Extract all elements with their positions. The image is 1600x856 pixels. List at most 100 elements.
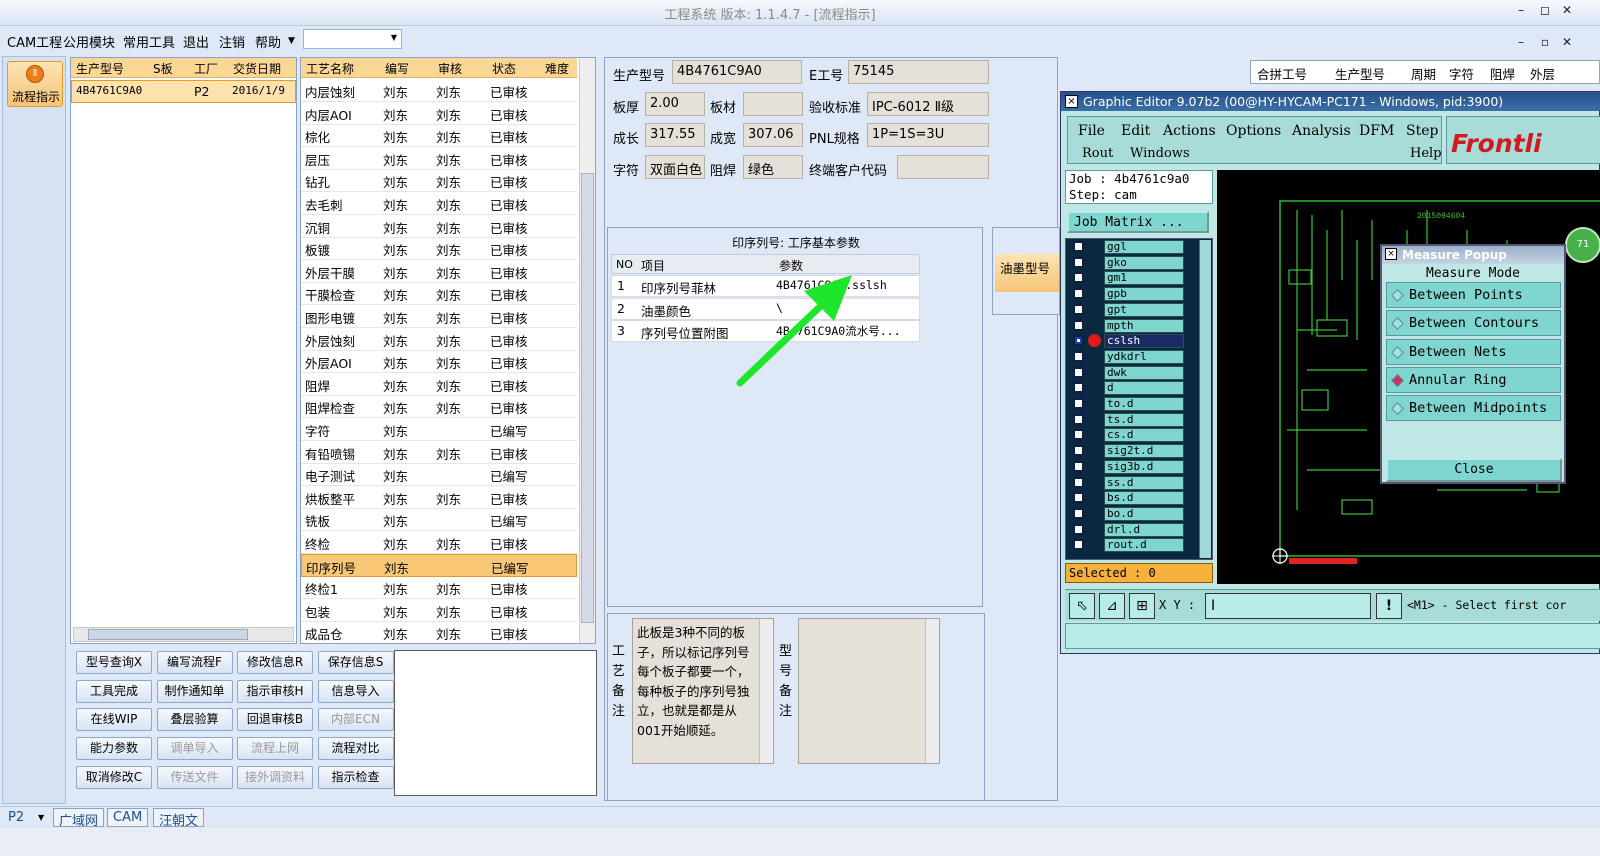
col-difficulty[interactable]: 难度 [545, 60, 569, 77]
pnl-field[interactable]: 1P=1S=3U [867, 123, 989, 147]
customer-code-field[interactable] [897, 155, 989, 179]
ge-close-icon[interactable]: × [1065, 95, 1078, 108]
capability-params-button[interactable]: 能力参数 [76, 737, 152, 761]
table-row[interactable]: 阻焊检查 刘东 刘东 已审核 [301, 395, 577, 419]
col-status[interactable]: 状态 [492, 60, 516, 77]
table-row[interactable]: 外层干膜 刘东 刘东 已审核 [301, 260, 577, 283]
table-row[interactable]: 外层蚀刻 刘东 刘东 已审核 [301, 328, 577, 351]
instruction-check-button[interactable]: 指示检查 [317, 765, 394, 789]
menu-cam-project[interactable]: CAM工程 [7, 32, 62, 51]
table-row[interactable]: 图形电镀 刘东 刘东 已审核 [301, 305, 577, 328]
length-field[interactable]: 317.55 [645, 123, 705, 147]
layer-item[interactable]: d [1104, 381, 1184, 396]
layer-item[interactable]: ydkdrl [1104, 349, 1184, 364]
layer-item[interactable]: drl.d [1104, 522, 1184, 537]
internal-ecn-button[interactable]: 内部ECN [317, 708, 394, 732]
tool-complete-button[interactable]: 工具完成 [76, 679, 152, 703]
vertical-scrollbar[interactable] [759, 619, 773, 763]
layer-item[interactable]: rout.d [1104, 538, 1184, 553]
col-reviewer[interactable]: 审核 [438, 60, 462, 77]
table-row[interactable]: 外层AOI 刘东 刘东 已审核 [301, 350, 577, 374]
horizontal-scrollbar[interactable] [73, 627, 294, 642]
e-no-field[interactable]: 75145 [848, 60, 989, 84]
layer-checkbox[interactable] [1073, 539, 1084, 551]
tab-wan[interactable]: 广域网 [53, 808, 105, 829]
table-row[interactable]: 包装 刘东 刘东 已审核 [301, 599, 577, 622]
table-row[interactable]: 干膜检查 刘东 刘东 已审核 [301, 282, 577, 306]
flow-upload-button[interactable]: 流程上网 [237, 737, 313, 761]
measure-icon[interactable]: ⊿ [1099, 593, 1125, 619]
layer-checkbox[interactable] [1073, 523, 1084, 535]
width-field[interactable]: 307.06 [743, 123, 803, 147]
table-row[interactable]: 板镀 刘东 刘东 已审核 [301, 237, 577, 261]
modify-info-button[interactable]: 修改信息R [237, 651, 313, 674]
layer-item[interactable]: ggl [1104, 240, 1184, 254]
model-remark-box[interactable] [798, 618, 940, 764]
layer-item[interactable]: sig2t.d [1104, 444, 1184, 459]
send-file-button[interactable]: 传送文件 [156, 765, 233, 789]
layer-checkbox[interactable] [1073, 350, 1084, 362]
layer-checkbox[interactable] [1073, 288, 1084, 300]
layer-item[interactable]: cs.d [1104, 428, 1184, 443]
table-row[interactable]: 阻焊 刘东 刘东 已审核 [301, 373, 577, 396]
external-data-button[interactable]: 接外调资料 [237, 765, 313, 789]
layer-item[interactable]: gko [1104, 255, 1184, 270]
table-row[interactable]: 4B4761C9A0 P2 2016/1/9 [71, 80, 296, 103]
measure-option[interactable]: Between Points [1386, 282, 1561, 308]
table-row[interactable]: 去毛刺 刘东 刘东 已审核 [301, 192, 577, 215]
chevron-down-icon[interactable]: ▼ [38, 813, 44, 822]
layer-item[interactable]: gm1 [1104, 271, 1184, 286]
job-matrix-button[interactable]: Job Matrix ... [1067, 211, 1209, 233]
maximize-button[interactable]: ◻ [1536, 3, 1554, 17]
grid-icon[interactable]: ⊞ [1129, 593, 1155, 619]
menu-dropdown[interactable]: ▼ [303, 29, 402, 49]
col-factory[interactable]: 工厂 [194, 60, 218, 77]
alert-icon[interactable]: ! [1376, 593, 1402, 619]
layer-checkbox[interactable] [1073, 398, 1084, 409]
table-row[interactable]: 印序列号 刘东 已编写 [301, 553, 577, 577]
flow-compare-button[interactable]: 流程对比 [317, 737, 394, 761]
table-row[interactable]: 终检 刘东 刘东 已审核 [301, 531, 577, 554]
table-row[interactable]: 烘板整平 刘东 刘东 已审核 [301, 486, 577, 509]
mdi-restore-button[interactable]: ▫ [1536, 35, 1554, 49]
layer-item[interactable]: bs.d [1104, 491, 1184, 506]
table-row[interactable]: 沉铜 刘东 刘东 已审核 [301, 215, 577, 238]
layer-checkbox[interactable] [1073, 335, 1084, 347]
layer-item[interactable]: ts.d [1104, 412, 1184, 427]
layer-checkbox[interactable] [1073, 303, 1084, 315]
table-row[interactable]: 层压 刘东 刘东 已审核 [301, 147, 577, 170]
col-model[interactable]: 生产型号 [76, 60, 124, 77]
tab-user[interactable]: 汪朝文 [153, 808, 205, 829]
table-row[interactable]: 终检1 刘东 刘东 已审核 [301, 576, 577, 600]
layer-checkbox[interactable] [1073, 366, 1084, 378]
layer-checkbox[interactable] [1073, 256, 1084, 268]
ge-menu-options[interactable]: Options [1226, 123, 1281, 139]
layer-checkbox[interactable] [1073, 492, 1084, 504]
table-row[interactable]: 电子测试 刘东 已编写 [301, 463, 577, 487]
layer-checkbox[interactable] [1073, 476, 1084, 488]
order-import-button[interactable]: 调单导入 [156, 737, 233, 761]
vertical-scrollbar[interactable] [925, 619, 939, 763]
ge-menu-dfm[interactable]: DFM [1359, 123, 1394, 139]
menu-logout[interactable]: 注销 [219, 32, 245, 51]
ge-menu-actions[interactable]: Actions [1163, 123, 1216, 139]
mdi-close-button[interactable]: ✕ [1558, 35, 1576, 49]
layer-item[interactable]: ss.d [1104, 475, 1184, 490]
table-row[interactable]: 有铅喷锡 刘东 刘东 已审核 [301, 441, 577, 464]
solder-mask-field[interactable]: 绿色 [743, 155, 803, 179]
scrollbar-thumb[interactable] [581, 173, 594, 623]
make-notice-button[interactable]: 制作通知单 [156, 679, 233, 703]
col-s-board[interactable]: S板 [153, 60, 173, 77]
table-row[interactable]: 字符 刘东 已编写 [301, 418, 577, 441]
character-field[interactable]: 双面白色 [645, 155, 705, 179]
measure-option[interactable]: Annular Ring [1386, 366, 1561, 393]
online-wip-button[interactable]: 在线WIP [76, 708, 152, 732]
write-flow-button[interactable]: 编写流程F [156, 651, 233, 674]
info-import-button[interactable]: 信息导入 [317, 679, 394, 703]
cancel-modify-button[interactable]: 取消修改C [76, 765, 152, 789]
model-field[interactable]: 4B4761C9A0 [672, 60, 802, 84]
layer-item[interactable]: gpt [1104, 302, 1184, 317]
ge-menu-analysis[interactable]: Analysis [1292, 123, 1351, 139]
menu-help[interactable]: 帮助 [255, 32, 281, 51]
ge-menu-help[interactable]: Help [1410, 146, 1442, 161]
